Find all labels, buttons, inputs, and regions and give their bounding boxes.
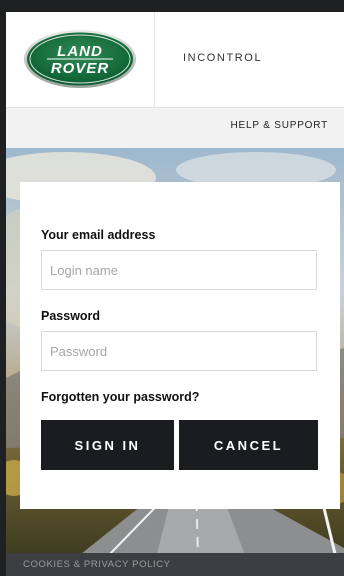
screen-frame: LAND ROVER INCONTROL HELP & SUPPORT Your…	[0, 0, 344, 576]
login-page: LAND ROVER INCONTROL HELP & SUPPORT Your…	[6, 12, 344, 576]
password-input[interactable]	[41, 331, 317, 371]
password-label: Password	[41, 309, 101, 323]
login-card: Your email address Password Forgotten yo…	[20, 182, 340, 509]
cancel-button[interactable]: CANCEL	[179, 420, 318, 470]
app-name: INCONTROL	[183, 52, 263, 64]
forgot-password-link[interactable]: Forgotten your password?	[41, 390, 199, 404]
help-bar: HELP & SUPPORT	[6, 108, 344, 148]
logo-text-land: LAND	[57, 43, 103, 60]
cookies-privacy-link[interactable]: COOKIES & PRIVACY POLICY	[23, 559, 171, 570]
logo-text-rover: ROVER	[51, 60, 109, 77]
email-label: Your email address	[41, 228, 156, 242]
logo-cell: LAND ROVER	[6, 12, 155, 107]
help-support-link[interactable]: HELP & SUPPORT	[230, 120, 328, 131]
email-input[interactable]	[41, 250, 317, 290]
sign-in-button[interactable]: SIGN IN	[41, 420, 174, 470]
site-footer: COOKIES & PRIVACY POLICY	[6, 553, 344, 576]
site-header: LAND ROVER INCONTROL	[6, 12, 344, 108]
land-rover-logo[interactable]: LAND ROVER	[23, 29, 137, 89]
